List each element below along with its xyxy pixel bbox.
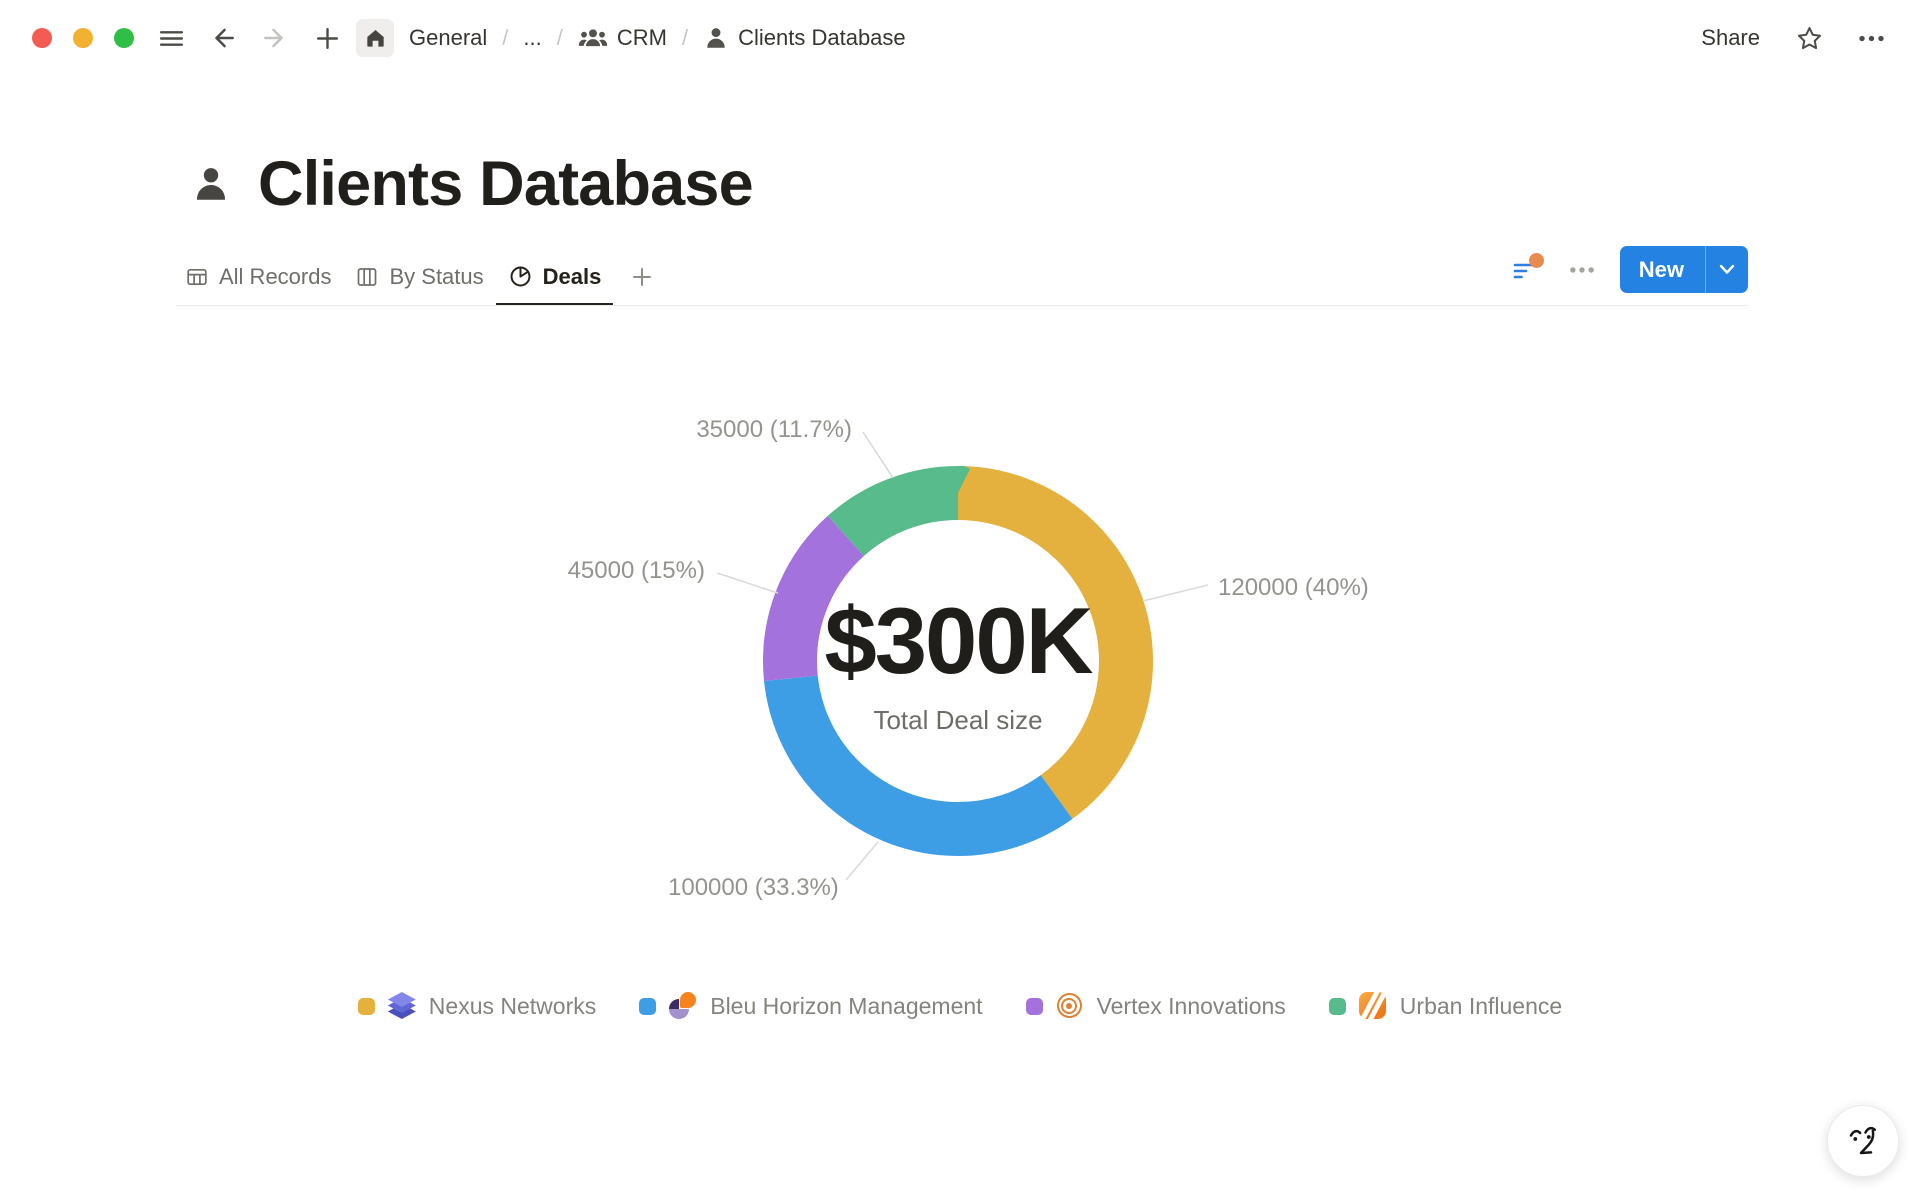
filter-active-badge [1529,253,1544,268]
breadcrumb-separator: / [682,25,688,51]
pie-chart-icon [508,264,533,289]
legend-swatch [358,998,375,1015]
notion-window: General / ... / CRM / Clients Database [0,0,1920,1200]
page-header: Clients Database [190,148,753,220]
slice-label-urban-influence: 35000 (11.7%) [620,416,852,444]
legend-item-vertex-innovations[interactable]: Vertex Innovations [1026,992,1286,1020]
vertex-innovations-logo-icon [1056,992,1084,1020]
favorite-button[interactable] [1790,19,1828,57]
add-view-button[interactable] [623,258,661,296]
breadcrumb-label: Clients Database [738,25,906,51]
breadcrumb-item-crm[interactable]: CRM [573,22,672,54]
window-controls [32,28,134,48]
tab-label: Deals [543,264,602,290]
people-icon [578,25,608,51]
slice-label-nexus-networks: 120000 (40%) [1218,574,1369,602]
legend-swatch [1329,998,1346,1015]
view-tabs: All Records By Status Deals [173,247,661,306]
forward-button[interactable] [256,19,294,57]
legend-swatch [1026,998,1043,1015]
home-icon [363,26,388,51]
minimize-window-button[interactable] [73,28,93,48]
view-controls: New [1506,240,1748,299]
person-icon [703,25,729,51]
plus-icon [314,25,341,52]
new-tab-button[interactable] [308,19,346,57]
legend-label: Vertex Innovations [1097,993,1286,1020]
tab-deals[interactable]: Deals [496,247,614,306]
chevron-down-icon[interactable] [1706,264,1748,275]
breadcrumb-label: ... [523,25,541,51]
legend-item-bleu-horizon[interactable]: Bleu Horizon Management [639,992,982,1020]
tabbar-divider [176,305,1748,306]
tab-all-records[interactable]: All Records [173,247,343,306]
chart-legend: Nexus Networks Bleu Horizon Management V… [0,992,1920,1020]
breadcrumb-separator: / [502,25,508,51]
legend-label: Nexus Networks [429,993,596,1020]
hamburger-icon [158,25,185,52]
close-window-button[interactable] [32,28,52,48]
donut-chart[interactable] [758,461,1158,861]
share-button[interactable]: Share [1695,21,1766,55]
topbar: General / ... / CRM / Clients Database [0,0,1920,76]
arrow-right-icon [261,24,289,52]
new-record-button[interactable]: New [1620,246,1748,293]
topbar-actions: Share [1695,19,1890,57]
slice-label-vertex-innovations: 45000 (15%) [473,557,705,585]
back-button[interactable] [204,19,242,57]
sidebar-toggle-button[interactable] [152,19,190,57]
breadcrumb-item-clients-database[interactable]: Clients Database [698,22,911,54]
nav-controls [152,19,346,57]
view-more-options-button[interactable] [1563,251,1601,289]
bleu-horizon-logo-icon [669,992,697,1020]
slice-label-bleu-horizon: 100000 (33.3%) [668,874,839,902]
tab-label: By Status [389,264,483,290]
page-person-icon[interactable] [190,163,232,205]
breadcrumb-ellipsis[interactable]: ... [518,22,546,54]
board-icon [355,265,379,289]
breadcrumb-label: CRM [617,25,667,51]
legend-label: Bleu Horizon Management [710,993,982,1020]
ellipsis-icon [1857,24,1886,53]
home-breadcrumb-button[interactable] [356,19,394,57]
notion-ai-button[interactable] [1827,1105,1899,1177]
urban-influence-logo-icon [1359,992,1387,1020]
tab-by-status[interactable]: By Status [343,247,495,306]
legend-item-nexus-networks[interactable]: Nexus Networks [358,992,596,1020]
ellipsis-icon [1568,256,1596,284]
legend-swatch [639,998,656,1015]
breadcrumb: General / ... / CRM / Clients Database [356,19,911,57]
breadcrumb-label: General [409,25,487,51]
breadcrumb-separator: / [557,25,563,51]
legend-item-urban-influence[interactable]: Urban Influence [1329,992,1562,1020]
arrow-left-icon [209,24,237,52]
tab-label: All Records [219,264,331,290]
table-icon [185,265,209,289]
nexus-networks-logo-icon [388,992,416,1020]
filter-sort-button[interactable] [1506,251,1544,289]
legend-label: Urban Influence [1400,993,1562,1020]
new-button-label: New [1620,257,1705,283]
more-options-button[interactable] [1852,19,1890,57]
breadcrumb-item-general[interactable]: General [404,22,492,54]
ai-face-icon [1841,1119,1885,1163]
plus-icon [629,264,655,290]
fullscreen-window-button[interactable] [114,28,134,48]
star-icon [1795,24,1824,53]
page-title: Clients Database [258,148,753,220]
